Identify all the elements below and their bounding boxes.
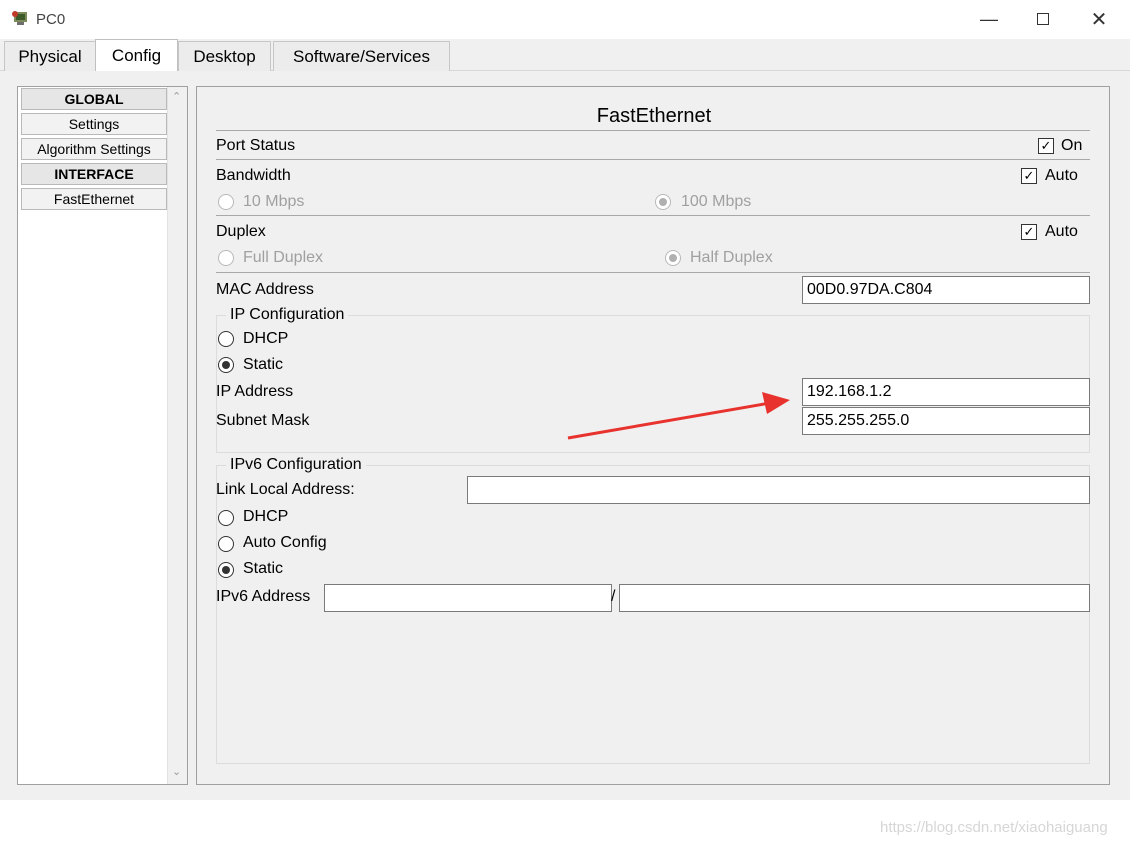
- config-panel: FastEthernet Port Status ✓ On Bandwidth …: [196, 86, 1110, 785]
- ip-configuration-legend: IP Configuration: [226, 306, 349, 324]
- duplex-auto-label: Auto: [1045, 223, 1078, 240]
- sidebar-header-global: GLOBAL: [21, 88, 167, 110]
- ipv6-auto-config-radio[interactable]: [218, 536, 234, 552]
- ipv6-auto-config-label: Auto Config: [243, 534, 327, 551]
- scroll-down-icon[interactable]: ⌄: [172, 765, 181, 778]
- ip-static-radio[interactable]: [218, 357, 234, 373]
- divider: [216, 215, 1090, 216]
- subnet-mask-field[interactable]: 255.255.255.0: [802, 407, 1090, 435]
- ip-dhcp-label: DHCP: [243, 330, 289, 347]
- divider: [216, 272, 1090, 273]
- ipv6-address-label: IPv6 Address: [216, 588, 311, 605]
- bandwidth-100-label: 100 Mbps: [681, 193, 752, 210]
- bandwidth-label: Bandwidth: [216, 167, 291, 184]
- sidebar-item-algorithm-settings[interactable]: Algorithm Settings: [21, 138, 167, 160]
- title-bar: PC0 — ✕: [0, 0, 1130, 38]
- minimize-icon: —: [980, 8, 998, 29]
- scroll-up-icon[interactable]: ⌃: [172, 90, 181, 103]
- sidebar: GLOBAL Settings Algorithm Settings INTER…: [17, 86, 188, 785]
- window-title: PC0: [36, 11, 66, 28]
- half-duplex-radio[interactable]: [665, 250, 681, 266]
- ipv6-prefix-field[interactable]: [619, 584, 1090, 612]
- tab-config[interactable]: Config: [95, 39, 178, 72]
- bandwidth-auto-label: Auto: [1045, 167, 1078, 184]
- maximize-button[interactable]: [1020, 4, 1066, 34]
- tab-strip: Physical Config Desktop Software/Service…: [0, 39, 1130, 72]
- ip-address-label: IP Address: [216, 383, 294, 400]
- prefix-separator: /: [611, 588, 616, 605]
- divider: [216, 130, 1090, 131]
- divider: [216, 159, 1090, 160]
- port-status-label: Port Status: [216, 137, 296, 154]
- bandwidth-10-radio[interactable]: [218, 194, 234, 210]
- close-button[interactable]: ✕: [1076, 4, 1122, 34]
- half-duplex-label: Half Duplex: [690, 249, 773, 266]
- full-duplex-radio[interactable]: [218, 250, 234, 266]
- ipv6-dhcp-label: DHCP: [243, 508, 289, 525]
- tab-desktop[interactable]: Desktop: [178, 41, 271, 71]
- link-local-address-label: Link Local Address:: [216, 481, 355, 498]
- bandwidth-100-radio[interactable]: [655, 194, 671, 210]
- ip-static-label: Static: [243, 356, 284, 373]
- ipv6-static-radio[interactable]: [218, 562, 234, 578]
- sidebar-item-fastethernet[interactable]: FastEthernet: [21, 188, 167, 210]
- port-status-on-label: On: [1061, 137, 1083, 154]
- tab-physical[interactable]: Physical: [4, 41, 96, 71]
- mac-address-label: MAC Address: [216, 281, 314, 298]
- tab-software-services[interactable]: Software/Services: [273, 41, 450, 71]
- close-icon: ✕: [1090, 8, 1108, 31]
- duplex-label: Duplex: [216, 223, 266, 240]
- sidebar-header-interface: INTERFACE: [21, 163, 167, 185]
- watermark: https://blog.csdn.net/xiaohaiguang: [880, 819, 1108, 836]
- minimize-button[interactable]: —: [966, 4, 1012, 34]
- ip-dhcp-radio[interactable]: [218, 331, 234, 347]
- mac-address-field[interactable]: 00D0.97DA.C804: [802, 276, 1090, 304]
- ipv6-configuration-group: [216, 465, 1090, 764]
- app-icon: [12, 11, 27, 25]
- full-duplex-label: Full Duplex: [243, 249, 324, 266]
- bandwidth-auto-checkbox[interactable]: ✓: [1021, 168, 1037, 184]
- link-local-address-field[interactable]: [467, 476, 1090, 504]
- maximize-icon: [1037, 13, 1049, 25]
- ipv6-dhcp-radio[interactable]: [218, 510, 234, 526]
- sidebar-item-settings[interactable]: Settings: [21, 113, 167, 135]
- duplex-auto-checkbox[interactable]: ✓: [1021, 224, 1037, 240]
- sidebar-scrollbar[interactable]: ⌃ ⌄: [167, 87, 187, 784]
- ipv6-static-label: Static: [243, 560, 284, 577]
- port-status-checkbox[interactable]: ✓: [1038, 138, 1054, 154]
- panel-title: FastEthernet: [596, 105, 712, 127]
- subnet-mask-label: Subnet Mask: [216, 412, 310, 429]
- ipv6-configuration-legend: IPv6 Configuration: [226, 456, 366, 474]
- ip-address-field[interactable]: 192.168.1.2: [802, 378, 1090, 406]
- bandwidth-10-label: 10 Mbps: [243, 193, 305, 210]
- ipv6-address-field[interactable]: [324, 584, 612, 612]
